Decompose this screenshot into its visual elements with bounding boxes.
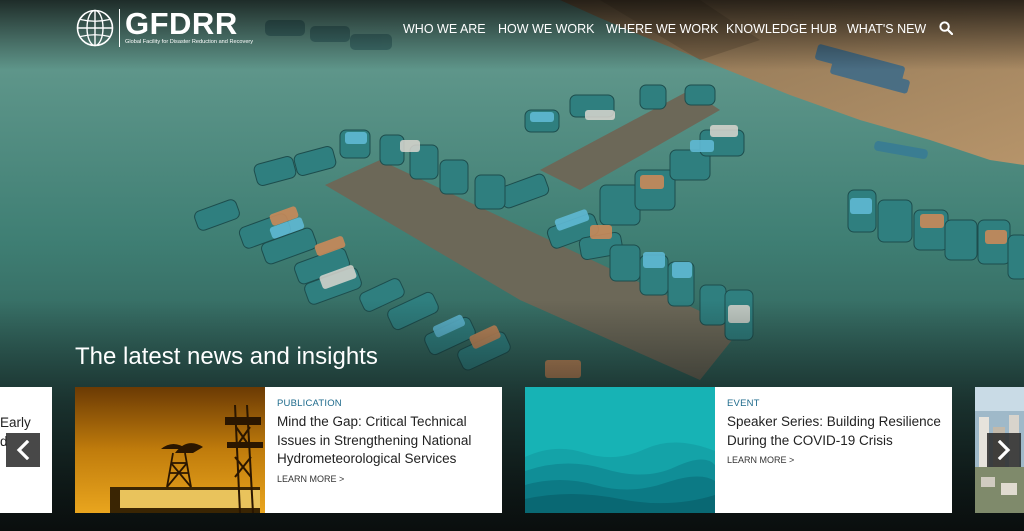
card-image-teal-waves [525,387,715,513]
brand-wordmark: GFDRR [125,6,238,41]
logo-divider [119,9,120,47]
logo-text: GFDRR Global Facility for Disaster Reduc… [125,6,254,46]
card-title[interactable]: Speaker Series: Building Resilience Duri… [727,413,942,450]
learn-more-link[interactable]: LEARN MORE > [277,474,492,484]
card-body: EVENT Speaker Series: Building Resilienc… [715,387,952,513]
section-title: The latest news and insights [75,343,378,370]
card-category-tag: PUBLICATION [277,398,342,409]
brand-tagline: Global Facility for Disaster Reduction a… [125,39,254,45]
site-logo[interactable]: GFDRR Global Facility for Disaster Reduc… [76,6,254,47]
search-icon[interactable] [939,21,953,35]
globe-icon [76,9,114,47]
learn-more-link[interactable]: LEARN MORE > [727,455,942,465]
carousel-card-event[interactable]: EVENT Speaker Series: Building Resilienc… [525,387,952,513]
nav-item-knowledge-hub[interactable]: KNOWLEDGE HUB [726,22,837,36]
card-title[interactable]: Mind the Gap: Critical Technical Issues … [277,413,492,469]
carousel-next-button[interactable] [987,433,1021,467]
card-image-weather-station [75,387,265,513]
nav-item-who-we-are[interactable]: WHO WE ARE [403,22,486,36]
card-category-tag: EVENT [727,398,760,409]
card-body: PUBLICATION Mind the Gap: Critical Techn… [265,387,502,513]
chevron-right-icon [997,440,1011,460]
weather-station-photo [75,387,265,513]
carousel-prev-button[interactable] [6,433,40,467]
nav-item-where-we-work[interactable]: WHERE WE WORK [606,22,719,36]
chevron-left-icon [16,440,30,460]
teal-waves-graphic [525,387,715,513]
nav-item-whats-new[interactable]: WHAT'S NEW [847,22,926,36]
carousel-card-publication[interactable]: PUBLICATION Mind the Gap: Critical Techn… [75,387,502,513]
nav-item-how-we-work[interactable]: HOW WE WORK [498,22,595,36]
